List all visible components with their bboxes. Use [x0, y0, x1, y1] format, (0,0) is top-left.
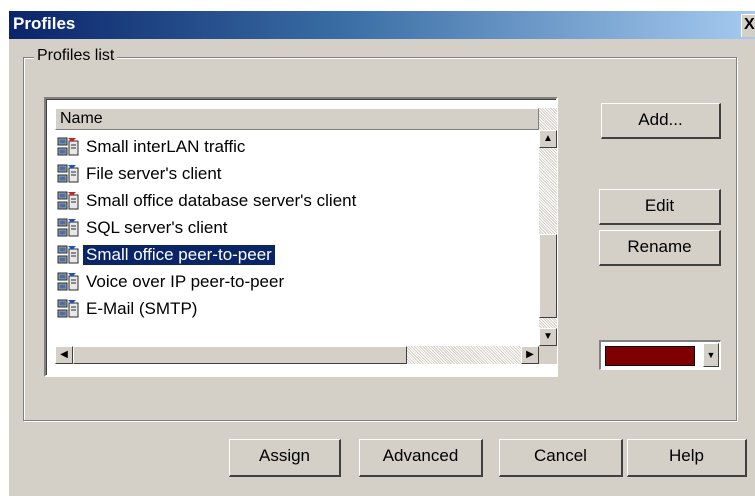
list-item-label: File server's client [86, 164, 222, 183]
list-item-label: Small interLAN traffic [86, 137, 246, 156]
close-icon: X [744, 16, 755, 33]
name-column-header[interactable]: Name [55, 108, 539, 130]
network-profile-icon [57, 272, 79, 291]
horizontal-scrollbar[interactable]: ◀ ▶ [55, 346, 539, 364]
help-button[interactable]: Help [627, 439, 747, 477]
list-item[interactable]: Small interLAN traffic [55, 134, 539, 161]
list-item-label: Small office peer-to-peer [82, 244, 276, 266]
list-item-label: Voice over IP peer-to-peer [86, 272, 285, 291]
rename-button-label: Rename [627, 237, 692, 256]
cancel-button[interactable]: Cancel [499, 439, 623, 477]
advanced-button-label: Advanced [382, 446, 459, 465]
list-item[interactable]: Small office database server's client [55, 188, 539, 215]
network-profile-icon [57, 299, 79, 318]
list-item[interactable]: File server's client [55, 161, 539, 188]
group-label: Profiles list [34, 47, 118, 65]
color-swatch [605, 346, 695, 366]
color-picker-combo[interactable]: ▼ [599, 340, 721, 370]
rename-button[interactable]: Rename [599, 230, 721, 266]
add-button-label: Add... [638, 110, 683, 129]
profiles-rows: Small interLAN traffic File server's clie… [55, 134, 539, 323]
dropdown-arrow-icon[interactable]: ▼ [703, 343, 719, 367]
scroll-corner [539, 346, 557, 364]
vertical-scroll-thumb[interactable] [539, 234, 557, 318]
window-title: Profiles [13, 14, 76, 33]
list-item[interactable]: Small office peer-to-peer [55, 242, 539, 269]
scroll-up-arrow-icon[interactable]: ▲ [539, 130, 557, 148]
add-button[interactable]: Add... [601, 103, 721, 139]
network-profile-icon [57, 164, 79, 183]
network-profile-icon [57, 191, 79, 210]
vertical-scrollbar[interactable]: ▲ ▼ [539, 108, 557, 346]
profiles-listbox[interactable]: Name Small interLAN traffic File server's… [44, 97, 558, 377]
edit-button[interactable]: Edit [599, 189, 721, 225]
assign-button-label: Assign [258, 446, 311, 465]
close-button[interactable]: X [741, 14, 755, 37]
list-item-label: Small office database server's client [86, 191, 357, 210]
list-item[interactable]: SQL server's client [55, 215, 539, 242]
network-profile-icon [57, 218, 79, 237]
network-profile-icon [57, 137, 79, 156]
list-item-label: E-Mail (SMTP) [86, 299, 198, 318]
network-profile-icon [57, 245, 79, 264]
help-button-label: Help [669, 446, 704, 465]
advanced-button[interactable]: Advanced [359, 439, 483, 477]
assign-button[interactable]: Assign [229, 439, 341, 477]
edit-button-label: Edit [644, 196, 675, 215]
list-item[interactable]: Voice over IP peer-to-peer [55, 269, 539, 296]
list-item[interactable]: E-Mail (SMTP) [55, 296, 539, 323]
column-header-label: Name [60, 110, 103, 127]
scroll-right-arrow-icon[interactable]: ▶ [521, 346, 539, 364]
title-bar[interactable]: Profiles [9, 11, 755, 39]
horizontal-scroll-thumb[interactable] [73, 346, 407, 364]
cancel-button-label: Cancel [534, 446, 587, 465]
scroll-left-arrow-icon[interactable]: ◀ [55, 346, 73, 364]
list-item-label: SQL server's client [86, 218, 228, 237]
scroll-down-arrow-icon[interactable]: ▼ [539, 328, 557, 346]
